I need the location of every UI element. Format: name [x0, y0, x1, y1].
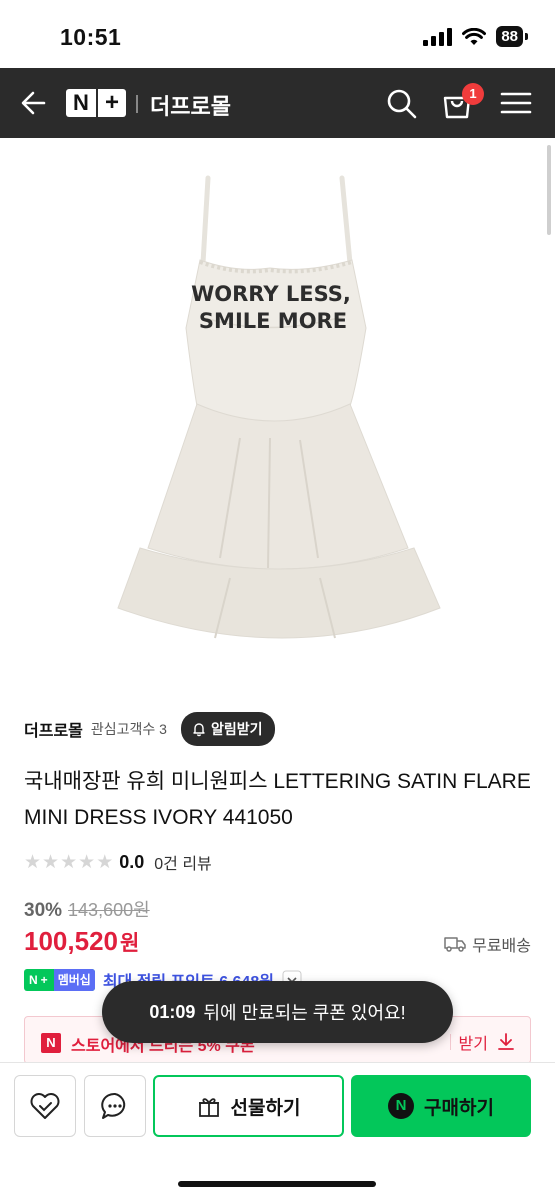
toast-message: 뒤에 만료되는 쿠폰 있어요!	[203, 1003, 406, 1023]
scrollbar[interactable]	[547, 145, 551, 235]
sale-price: 100,520원	[24, 926, 139, 957]
bell-plus-icon	[193, 723, 205, 737]
chat-bubble-icon	[101, 1092, 126, 1119]
truck-icon	[444, 937, 466, 952]
gift-label: 선물하기	[230, 1097, 301, 1119]
review-count[interactable]: 0건 리뷰	[154, 850, 212, 874]
battery-indicator: 88	[496, 26, 528, 47]
home-indicator[interactable]	[178, 1181, 376, 1187]
sale-price-value: 100,520	[24, 926, 118, 956]
search-icon[interactable]	[384, 86, 418, 120]
store-title[interactable]: 더프로몰	[150, 89, 231, 121]
dress-print-line1: WORRY LESS,	[191, 282, 351, 306]
dress-print-line2: SMILE MORE	[199, 309, 347, 333]
gift-icon	[198, 1098, 219, 1117]
discount-rate: 30%	[24, 900, 63, 921]
sale-price-currency: 원	[119, 932, 140, 955]
status-time: 10:51	[60, 24, 122, 50]
logo-n: N	[73, 90, 89, 115]
naver-coupon-icon: N	[41, 1033, 61, 1053]
alarm-label: 알림받기	[210, 721, 263, 737]
coupon-download-button[interactable]: 받기	[449, 1030, 516, 1054]
shipping-label: 무료배송	[472, 938, 531, 955]
membership-badge-n: N	[29, 973, 38, 987]
bottom-action-bar: 선물하기 N 구매하기	[0, 1062, 555, 1200]
coupon-download-label: 받기	[458, 1036, 488, 1053]
cart-count-badge: 1	[462, 83, 484, 105]
price-row: 30% 143,600원	[24, 896, 150, 922]
star-rating-icon: ★ ★ ★ ★ ★	[24, 851, 114, 873]
menu-icon[interactable]	[499, 86, 533, 120]
heart-check-icon	[30, 1093, 60, 1119]
rating-row[interactable]: ★ ★ ★ ★ ★ 0.0 0건 리뷰	[24, 850, 212, 874]
gift-button[interactable]: 선물하기	[153, 1075, 344, 1137]
membership-badge: N + 멤버십	[24, 969, 95, 991]
store-row: 더프로몰 관심고객수 3 알림받기	[24, 712, 275, 746]
shipping-info: 무료배송	[444, 932, 531, 956]
inquiry-button[interactable]	[84, 1075, 146, 1137]
coupon-divider	[449, 1034, 451, 1050]
membership-badge-plus: +	[40, 973, 48, 987]
product-image[interactable]: WORRY LESS, SMILE MORE	[0, 138, 555, 693]
product-title: 국내매장판 유희 미니원피스 LETTERING SATIN FLARE MIN…	[24, 770, 531, 829]
alarm-button[interactable]: 알림받기	[180, 712, 275, 746]
favorite-count: 관심고객수 3	[90, 721, 167, 737]
status-bar: 10:51 88	[0, 0, 555, 68]
naver-pay-icon: N	[388, 1093, 415, 1119]
back-arrow-icon[interactable]	[18, 87, 50, 119]
store-name[interactable]: 더프로몰	[24, 717, 83, 741]
buy-button[interactable]: N 구매하기	[351, 1075, 531, 1137]
header-divider	[136, 95, 138, 113]
buy-label: 구매하기	[424, 1097, 494, 1119]
download-icon	[498, 1033, 514, 1050]
toast-timer: 01:09	[149, 1001, 196, 1022]
status-icons: 88	[423, 26, 528, 47]
logo-plus: +	[96, 89, 126, 117]
rating-value: 0.0	[119, 851, 145, 872]
original-price: 143,600원	[68, 900, 150, 920]
signal-icon	[423, 27, 453, 46]
coupon-expiry-toast[interactable]: 01:09 뒤에 만료되는 쿠폰 있어요!	[102, 981, 453, 1043]
wishlist-button[interactable]	[14, 1075, 76, 1137]
wifi-icon	[462, 27, 487, 45]
naver-plus-logo[interactable]: N +	[66, 89, 126, 117]
membership-badge-label: 멤버십	[53, 969, 95, 991]
dress-illustration: WORRY LESS, SMILE MORE	[117, 175, 441, 639]
